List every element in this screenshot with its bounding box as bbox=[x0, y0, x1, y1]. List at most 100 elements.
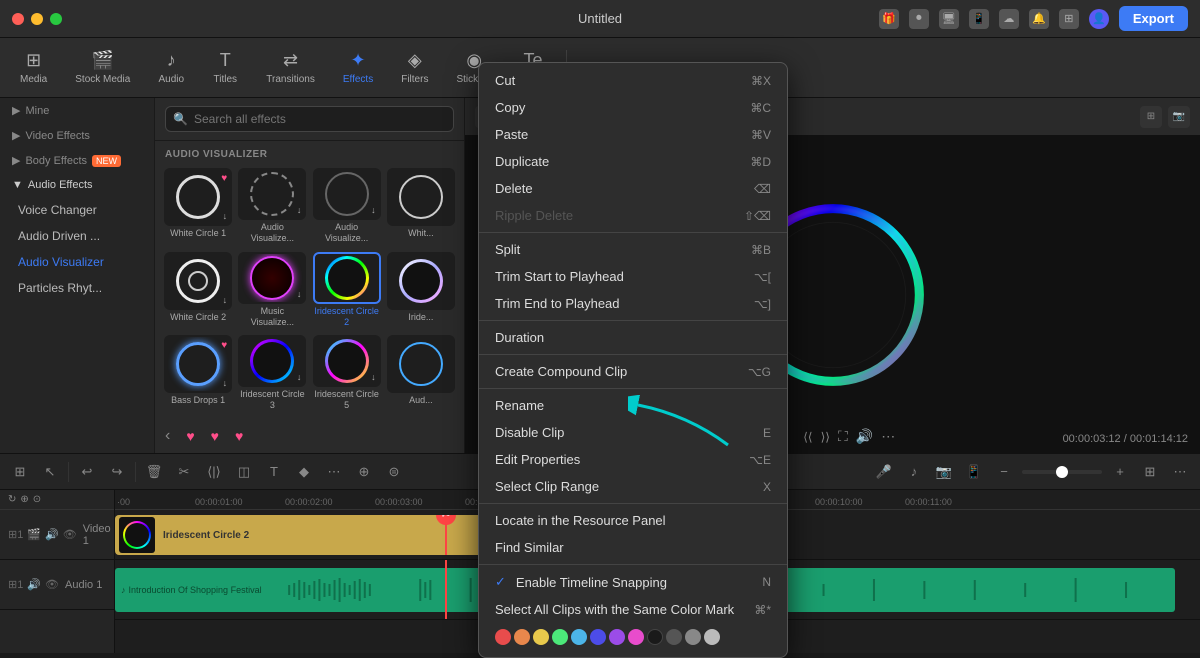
record-icon[interactable]: ⏺ bbox=[909, 9, 929, 29]
tl-more-btn[interactable]: ⋯ bbox=[322, 460, 346, 484]
tool-stock[interactable]: 🎬 Stock Media bbox=[63, 44, 142, 91]
ctx-split[interactable]: Split ⌘B bbox=[479, 236, 787, 263]
effect-white-short[interactable]: Whit... bbox=[386, 168, 456, 248]
tl-zoom-slider[interactable] bbox=[1022, 470, 1102, 474]
effect-iride-short[interactable]: Iride... bbox=[386, 252, 456, 332]
close-button[interactable] bbox=[12, 13, 24, 25]
collapse-icon[interactable]: ‹ bbox=[165, 427, 170, 445]
mark-icon[interactable]: ⊙ bbox=[33, 494, 41, 505]
tl-phone-btn[interactable]: 📱 bbox=[962, 460, 986, 484]
color-mark-lightgray[interactable] bbox=[704, 629, 720, 645]
ctx-copy[interactable]: Copy ⌘C bbox=[479, 94, 787, 121]
ctx-trim-start[interactable]: Trim Start to Playhead ⌥[ bbox=[479, 263, 787, 290]
tl-text-btn[interactable]: T bbox=[262, 460, 286, 484]
tl-camera-btn[interactable]: 📷 bbox=[932, 460, 956, 484]
color-mark-black[interactable] bbox=[647, 629, 663, 645]
tl-audio-btn[interactable]: ♪ bbox=[902, 460, 926, 484]
tl-redo-btn[interactable]: ↪ bbox=[105, 460, 129, 484]
more-icon[interactable]: ⋯ bbox=[881, 428, 895, 445]
tl-undo-btn[interactable]: ↩ bbox=[75, 460, 99, 484]
tl-magnet-btn[interactable]: ⊞ bbox=[8, 460, 32, 484]
screenshot-icon[interactable]: 📷 bbox=[1168, 106, 1190, 128]
tool-media[interactable]: ⊞ Media bbox=[8, 44, 59, 91]
desktop-icon[interactable]: 🖥 bbox=[939, 9, 959, 29]
sidebar-item-voice-changer[interactable]: Voice Changer bbox=[0, 197, 154, 223]
effect-iridescent-5[interactable]: ↓ Iridescent Circle 5 bbox=[312, 335, 382, 415]
ctx-paste[interactable]: Paste ⌘V bbox=[479, 121, 787, 148]
next-frame[interactable]: ⟩⟩ bbox=[821, 430, 830, 444]
mobile-icon[interactable]: 📱 bbox=[969, 9, 989, 29]
tl-delete-btn[interactable]: 🗑 bbox=[142, 460, 166, 484]
search-input[interactable] bbox=[165, 106, 454, 132]
tool-transitions[interactable]: ⇄ Transitions bbox=[254, 44, 327, 91]
effect-white-circle-1[interactable]: ♥ ↓ White Circle 1 bbox=[163, 168, 233, 248]
bell-icon[interactable]: 🔔 bbox=[1029, 9, 1049, 29]
tl-keyframe-btn[interactable]: ◆ bbox=[292, 460, 316, 484]
tl-marker-btn[interactable]: ⊕ bbox=[352, 460, 376, 484]
effect-iridescent-3[interactable]: ↓ Iridescent Circle 3 bbox=[237, 335, 307, 415]
ctx-rename[interactable]: Rename bbox=[479, 392, 787, 419]
tl-split-btn[interactable]: ⟨|⟩ bbox=[202, 460, 226, 484]
track-audio-eye[interactable]: 👁 bbox=[45, 578, 59, 591]
color-mark-darkgray[interactable] bbox=[666, 629, 682, 645]
ctx-edit-properties[interactable]: Edit Properties ⌥E bbox=[479, 446, 787, 473]
prev-frame[interactable]: ⟨⟨ bbox=[803, 430, 812, 444]
color-mark-yellow[interactable] bbox=[533, 629, 549, 645]
tl-trim-btn[interactable]: ◫ bbox=[232, 460, 256, 484]
color-mark-red[interactable] bbox=[495, 629, 511, 645]
effect-aud-short[interactable]: Aud... bbox=[386, 335, 456, 415]
effect-audio-vis-3[interactable]: ↓ Audio Visualize... bbox=[312, 168, 382, 248]
ctx-delete[interactable]: Delete ⌫ bbox=[479, 175, 787, 202]
ctx-locate-resource[interactable]: Locate in the Resource Panel bbox=[479, 507, 787, 534]
fullscreen-icon[interactable]: ⛶ bbox=[838, 428, 848, 445]
effect-bass-drops-1[interactable]: ♥ ↓ Bass Drops 1 bbox=[163, 335, 233, 415]
color-mark-gray[interactable] bbox=[685, 629, 701, 645]
maximize-button[interactable] bbox=[50, 13, 62, 25]
sidebar-item-particles[interactable]: Particles Rhyt... bbox=[0, 275, 154, 301]
tl-zoom-out-btn[interactable]: − bbox=[992, 460, 1016, 484]
tl-zoom-in-btn[interactable]: + bbox=[1108, 460, 1132, 484]
ctx-find-similar[interactable]: Find Similar bbox=[479, 534, 787, 561]
effect-music-vis[interactable]: ↓ Music Visualize... bbox=[237, 252, 307, 332]
export-button[interactable]: Export bbox=[1119, 6, 1188, 31]
effect-iridescent-circle-2[interactable]: Iridescent Circle 2 bbox=[312, 252, 382, 332]
sidebar-item-audio-driven[interactable]: Audio Driven ... bbox=[0, 223, 154, 249]
ctx-select-range[interactable]: Select Clip Range X bbox=[479, 473, 787, 500]
ctx-compound[interactable]: Create Compound Clip ⌥G bbox=[479, 358, 787, 385]
snap-icon[interactable]: ⊕ bbox=[20, 494, 28, 505]
ctx-same-color[interactable]: Select All Clips with the Same Color Mar… bbox=[479, 596, 787, 623]
color-mark-pink[interactable] bbox=[628, 629, 644, 645]
ctx-duration[interactable]: Duration bbox=[479, 324, 787, 351]
grid-icon[interactable]: ⊞ bbox=[1059, 9, 1079, 29]
cloud-icon[interactable]: ☁ bbox=[999, 9, 1019, 29]
effect-white-circle-2[interactable]: ↓ White Circle 2 bbox=[163, 252, 233, 332]
ctx-cut[interactable]: Cut ⌘X bbox=[479, 67, 787, 94]
sidebar-item-audio-visualizer[interactable]: Audio Visualizer bbox=[0, 249, 154, 275]
sidebar-item-mine[interactable]: ▶ Mine bbox=[0, 98, 154, 123]
ctx-enable-snapping[interactable]: ✓ Enable Timeline Snapping N bbox=[479, 568, 787, 596]
color-mark-indigo[interactable] bbox=[590, 629, 606, 645]
tl-cursor-btn[interactable]: ↖ bbox=[38, 460, 62, 484]
sidebar-item-audio-effects[interactable]: ▼ Audio Effects bbox=[0, 173, 154, 197]
track-eye-icon[interactable]: 👁 bbox=[63, 528, 77, 541]
sidebar-item-body-effects[interactable]: ▶ Body Effects NEW bbox=[0, 148, 154, 173]
tl-cut-btn[interactable]: ✂ bbox=[172, 460, 196, 484]
tool-effects[interactable]: ✦ Effects bbox=[331, 44, 385, 91]
tool-titles[interactable]: T Titles bbox=[200, 44, 250, 91]
ctx-trim-end[interactable]: Trim End to Playhead ⌥] bbox=[479, 290, 787, 317]
color-mark-purple[interactable] bbox=[609, 629, 625, 645]
tl-more2-btn[interactable]: ⋯ bbox=[1168, 460, 1192, 484]
gift-icon[interactable]: 🎁 bbox=[879, 9, 899, 29]
tool-filters[interactable]: ◈ Filters bbox=[389, 44, 440, 91]
color-mark-green[interactable] bbox=[552, 629, 568, 645]
tl-zoom-btn[interactable]: ⊜ bbox=[382, 460, 406, 484]
grid-view-icon[interactable]: ⊞ bbox=[1140, 106, 1162, 128]
tool-audio[interactable]: ♪ Audio bbox=[146, 44, 196, 91]
effect-audio-vis-2[interactable]: ↓ Audio Visualize... bbox=[237, 168, 307, 248]
speaker-icon[interactable]: 🔊 bbox=[856, 428, 873, 445]
color-mark-blue[interactable] bbox=[571, 629, 587, 645]
loop-icon[interactable]: ↻ bbox=[8, 494, 16, 505]
ctx-disable-clip[interactable]: Disable Clip E bbox=[479, 419, 787, 446]
ctx-duplicate[interactable]: Duplicate ⌘D bbox=[479, 148, 787, 175]
tl-mic-btn[interactable]: 🎤 bbox=[872, 460, 896, 484]
